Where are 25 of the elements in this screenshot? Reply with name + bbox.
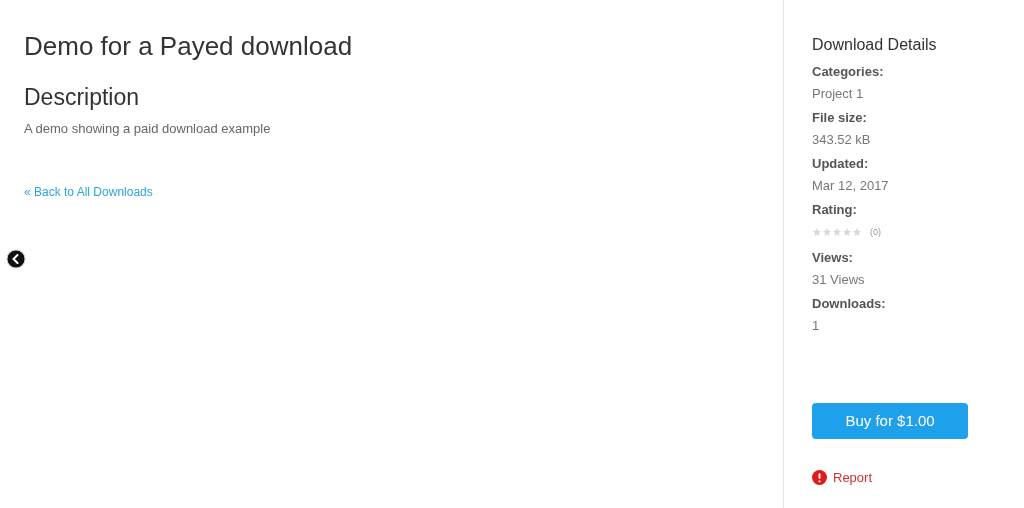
detail-label: Updated: [812,155,870,173]
section-heading: Description [24,82,141,112]
detail-label: File size: [812,109,868,127]
page-title: Demo for a Payed download [24,30,354,63]
description-text: A demo showing a paid download example [24,120,272,139]
star-icon [852,227,862,238]
detail-value: 1 [812,316,821,335]
star-icon [812,227,822,238]
rating-count: (0) [870,225,881,239]
detail-label: Rating: [812,201,858,219]
star-icon [822,227,832,238]
buy-button[interactable]: Buy for $1.00 [812,403,968,439]
detail-value: 31 Views [812,270,866,289]
detail-value: Mar 12, 2017 [812,176,890,195]
detail-label: Categories: [812,63,885,81]
star-icon [832,227,842,238]
detail-label: Downloads: [812,295,887,313]
alert-icon [812,470,827,486]
report-link[interactable]: Report [833,468,873,488]
star-icon [842,227,852,238]
detail-value: 343.52 kB [812,130,872,149]
detail-label: Views: [812,249,854,267]
detail-value: Project 1 [812,84,865,103]
back-link[interactable]: « Back to All Downloads [24,182,153,201]
details-heading: Download Details [812,35,938,55]
